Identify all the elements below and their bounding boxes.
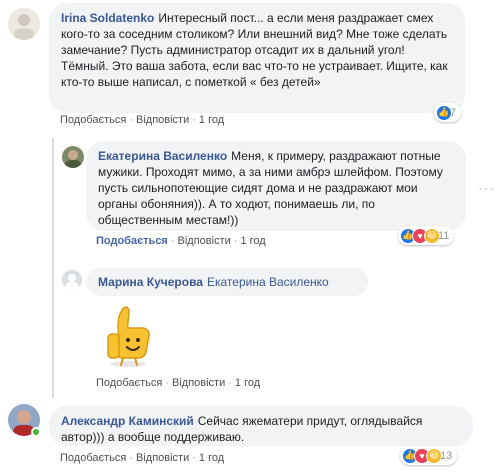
comment-bubble: Марина Кучерова Екатерина Василенко <box>86 268 368 296</box>
reply-button[interactable]: Відповісти <box>136 114 189 126</box>
comment-author[interactable]: Irina Soldatenko <box>61 11 154 25</box>
avatar[interactable] <box>62 270 82 290</box>
mention-link[interactable]: Екатерина Василенко <box>207 275 329 289</box>
thread-line <box>52 138 54 398</box>
online-status-indicator <box>31 427 41 437</box>
reaction-summary[interactable]: 👍 ♥ 😆 11 <box>398 226 455 245</box>
reaction-summary[interactable]: 👍 ♥ 😆 13 <box>400 446 458 465</box>
like-button[interactable]: Подобається <box>60 114 126 126</box>
reaction-summary[interactable]: 👍 7 <box>434 103 462 122</box>
timestamp[interactable]: 1 год <box>199 452 224 464</box>
reaction-count: 13 <box>440 449 453 462</box>
reaction-count: 11 <box>438 229 450 242</box>
comment-actions: Подобається · Відповісти · 1 год <box>60 452 225 464</box>
reaction-count: 7 <box>450 106 457 119</box>
like-button[interactable]: Подобається <box>96 235 168 247</box>
comment-author[interactable]: Марина Кучерова <box>98 275 203 289</box>
comment-actions: Подобається · Відповісти · 1 год <box>96 235 266 247</box>
timestamp[interactable]: 1 год <box>240 235 265 247</box>
avatar[interactable] <box>62 146 84 168</box>
thumbs-up-sticker-icon <box>98 298 156 368</box>
comment-author[interactable]: Александр Каминский <box>61 414 194 428</box>
comment-bubble: Александр Каминский Сейчас яжематери прид… <box>49 406 473 446</box>
comment-bubble: Екатерина Василенко Меня, к примеру, разд… <box>86 141 466 231</box>
comment-bubble: Irina Soldatenko Интересный пост... а есл… <box>49 3 465 113</box>
reply-button[interactable]: Відповісти <box>136 452 189 464</box>
avatar[interactable] <box>8 8 40 40</box>
comment-actions: Подобається · Відповісти · 1 год <box>60 114 225 126</box>
reply-button[interactable]: Відповісти <box>178 235 231 247</box>
comment-actions: Подобається · Відповісти · 1 год <box>96 377 261 389</box>
like-button[interactable]: Подобається <box>96 377 162 389</box>
timestamp[interactable]: 1 год <box>199 114 224 126</box>
like-button[interactable]: Подобається <box>60 452 126 464</box>
more-options-icon[interactable]: ··· <box>478 180 495 196</box>
reply-button[interactable]: Відповісти <box>172 377 225 389</box>
timestamp[interactable]: 1 год <box>235 377 260 389</box>
comment-author[interactable]: Екатерина Василенко <box>98 149 227 163</box>
